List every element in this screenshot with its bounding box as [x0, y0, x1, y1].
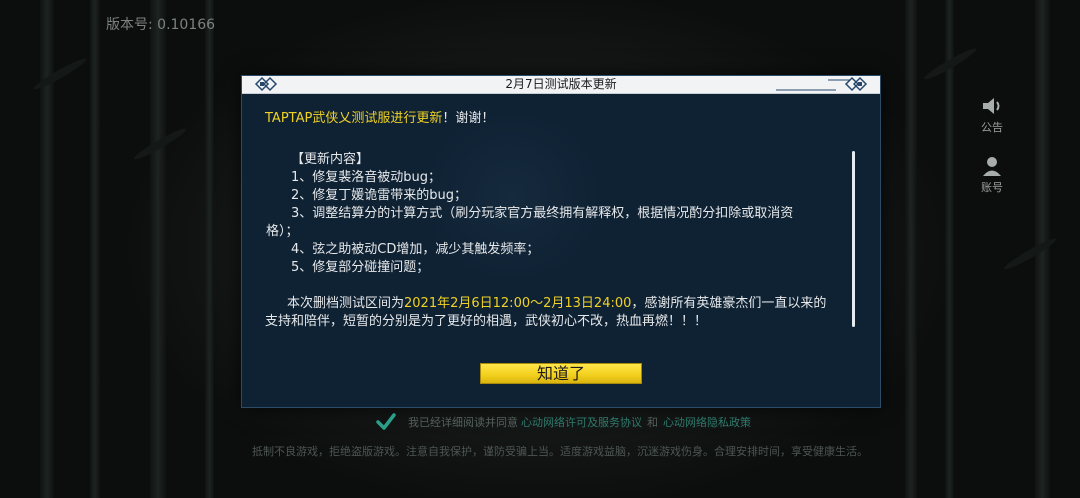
version-label: 版本号: 0.10166: [106, 17, 216, 33]
privacy-policy-link[interactable]: 心动网络隐私政策: [663, 414, 751, 430]
account-label: 账号: [981, 181, 1003, 194]
bamboo-decoration: [205, 0, 214, 498]
bamboo-decoration: [905, 0, 917, 498]
agreement-prefix: 我已经详细阅读并同意: [408, 416, 518, 429]
notice-prefix: 本次删档测试区间为: [287, 296, 405, 311]
section-title: 【更新内容】: [291, 152, 370, 167]
list-item-continued: 格）；: [266, 224, 299, 239]
bamboo-decoration: [90, 0, 100, 498]
announcement-label: 公告: [981, 121, 1003, 134]
dialog-scrollbar[interactable]: [852, 151, 855, 327]
agreement-row: 我已经详细阅读并同意 心动网络许可及服务协议 和 心动网络隐私政策: [376, 412, 751, 432]
license-agreement-link[interactable]: 心动网络许可及服务协议: [521, 414, 642, 430]
list-item: 2、修复丁媛诡雷带来的bug；: [291, 188, 468, 203]
announcement-button[interactable]: 公告: [972, 93, 1012, 135]
acknowledge-button[interactable]: 知道了: [480, 363, 642, 384]
checkmark-icon: [376, 413, 396, 430]
list-item: 5、修复部分碰撞问题；: [291, 260, 430, 275]
list-item: 1、修复裴洛音被动bug；: [291, 170, 442, 185]
notice-suffix: ，感谢所有英雄豪杰们一直以来的: [631, 296, 827, 311]
list-item: 3、调整结算分的计算方式（刷分玩家官方最终拥有解释权，根据情况酌分扣除或取消资: [291, 206, 794, 221]
speaker-icon: [972, 93, 1012, 119]
dialog-title: 2月7日测试版本更新: [505, 77, 617, 91]
headline: TAPTAP武侠乂测试服进行更新！谢谢！: [265, 110, 855, 128]
agreement-checkbox[interactable]: [376, 412, 396, 432]
bamboo-decoration: [150, 0, 166, 498]
notice-line-2: 支持和陪伴，短暂的分别是为了更好的相遇，武侠初心不改，热血再燃！！！: [265, 314, 708, 329]
user-icon: [972, 153, 1012, 179]
agreement-and: 和: [647, 416, 658, 429]
update-list: 【更新内容】 1、修复裴洛音被动bug； 2、修复丁媛诡雷带来的bug； 3、调…: [265, 151, 855, 277]
update-notice-dialog: 2月7日测试版本更新 TAPTAP武侠乂测试服进行更新！谢谢！ 【更新内容】 1…: [241, 75, 881, 408]
account-button[interactable]: 账号: [972, 153, 1012, 195]
headline-highlight: TAPTAP武侠乂测试服进行更新: [265, 111, 443, 126]
game-login-screen: 版本号: 0.10166 公告 账号 2月7日测试版本更新 TAPTAP武侠乂测…: [0, 0, 1080, 498]
headline-suffix: ！谢谢！: [442, 111, 495, 126]
list-item: 4、弦之助被动CD增加，减少其触发频率；: [291, 242, 540, 257]
bamboo-decoration: [945, 0, 954, 498]
notice-date-range: 2021年2月6日12:00～2月13日24:00: [404, 296, 632, 311]
health-gaming-notice: 抵制不良游戏，拒绝盗版游戏。注意自我保护，谨防受骗上当。适度游戏益脑，沉迷游戏伤…: [252, 445, 868, 458]
test-period-notice: 本次删档测试区间为2021年2月6日12:00～2月13日24:00，感谢所有英…: [265, 295, 855, 331]
dialog-body: TAPTAP武侠乂测试服进行更新！谢谢！ 【更新内容】 1、修复裴洛音被动bug…: [265, 110, 855, 331]
